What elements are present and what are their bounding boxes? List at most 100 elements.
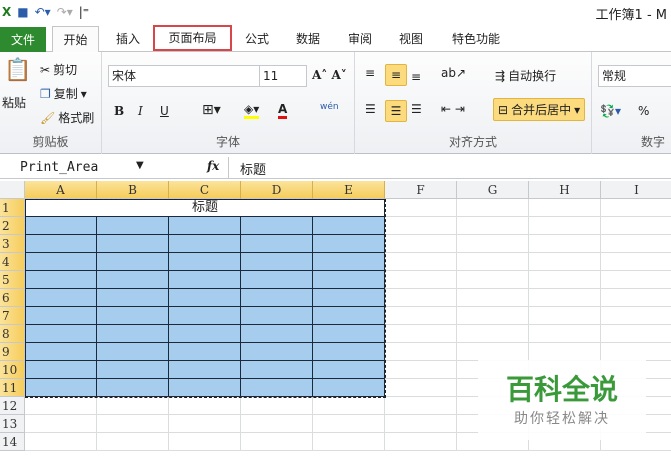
cell-D7[interactable] bbox=[241, 307, 313, 325]
cell-B10[interactable] bbox=[97, 361, 169, 379]
merge-center-button[interactable]: ⊟ 合并后居中 ▾ bbox=[493, 98, 586, 121]
row-header-6[interactable]: 6 bbox=[0, 289, 25, 307]
cell-F6[interactable] bbox=[385, 289, 457, 307]
name-box[interactable]: Print_Area bbox=[20, 160, 98, 175]
cell-A9[interactable] bbox=[25, 343, 97, 361]
column-header-E[interactable]: E bbox=[313, 181, 385, 199]
cell-G5[interactable] bbox=[457, 271, 529, 289]
cell-D10[interactable] bbox=[241, 361, 313, 379]
tab-insert[interactable]: 插入 bbox=[106, 26, 150, 52]
tab-review[interactable]: 审阅 bbox=[338, 26, 382, 52]
cell-E6[interactable] bbox=[313, 289, 385, 307]
cell-F12[interactable] bbox=[385, 397, 457, 415]
tab-view[interactable]: 视图 bbox=[389, 26, 433, 52]
cell-I4[interactable] bbox=[601, 253, 671, 271]
cell-C9[interactable] bbox=[169, 343, 241, 361]
cell-D6[interactable] bbox=[241, 289, 313, 307]
undo-icon[interactable]: ↶▾ bbox=[35, 5, 51, 19]
column-header-C[interactable]: C bbox=[169, 181, 241, 199]
cell-G2[interactable] bbox=[457, 217, 529, 235]
row-header-7[interactable]: 7 bbox=[0, 307, 25, 325]
cell-C6[interactable] bbox=[169, 289, 241, 307]
number-format-select[interactable]: 常规 bbox=[598, 65, 671, 87]
cell-I9[interactable] bbox=[601, 343, 671, 361]
cell-H9[interactable] bbox=[529, 343, 601, 361]
tab-data[interactable]: 数据 bbox=[286, 26, 330, 52]
cell-G7[interactable] bbox=[457, 307, 529, 325]
row-header-10[interactable]: 10 bbox=[0, 361, 25, 379]
cell-E11[interactable] bbox=[313, 379, 385, 397]
cell-F5[interactable] bbox=[385, 271, 457, 289]
cell-B5[interactable] bbox=[97, 271, 169, 289]
cell-C10[interactable] bbox=[169, 361, 241, 379]
align-top-icon[interactable]: ≡ bbox=[365, 66, 375, 80]
row-header-3[interactable]: 3 bbox=[0, 235, 25, 253]
paste-button[interactable]: 粘贴 bbox=[2, 94, 26, 111]
cell-A4[interactable] bbox=[25, 253, 97, 271]
formula-input[interactable]: 标题 bbox=[240, 159, 266, 178]
tab-page-layout[interactable]: 页面布局 bbox=[153, 25, 232, 51]
column-header-B[interactable]: B bbox=[97, 181, 169, 199]
cell-A11[interactable] bbox=[25, 379, 97, 397]
cell-B11[interactable] bbox=[97, 379, 169, 397]
cell-A14[interactable] bbox=[25, 433, 97, 451]
cut-button[interactable]: ✂ 剪切 bbox=[40, 61, 77, 78]
cell-G9[interactable] bbox=[457, 343, 529, 361]
cell-D3[interactable] bbox=[241, 235, 313, 253]
grow-font-icon[interactable]: A˄ A˅ bbox=[312, 68, 347, 82]
cell-I1[interactable] bbox=[601, 199, 671, 217]
cell-F10[interactable] bbox=[385, 361, 457, 379]
cell-F11[interactable] bbox=[385, 379, 457, 397]
cell-E4[interactable] bbox=[313, 253, 385, 271]
cell-B7[interactable] bbox=[97, 307, 169, 325]
border-icon[interactable]: ⊞▾ bbox=[202, 102, 221, 118]
cell-G6[interactable] bbox=[457, 289, 529, 307]
tab-home[interactable]: 开始 bbox=[52, 26, 99, 53]
align-right-icon[interactable]: ☰ bbox=[411, 102, 422, 116]
currency-icon[interactable]: 💱▾ bbox=[600, 104, 621, 118]
cell-B14[interactable] bbox=[97, 433, 169, 451]
cell-A7[interactable] bbox=[25, 307, 97, 325]
cell-C5[interactable] bbox=[169, 271, 241, 289]
cell-G3[interactable] bbox=[457, 235, 529, 253]
cell-C8[interactable] bbox=[169, 325, 241, 343]
cell-E13[interactable] bbox=[313, 415, 385, 433]
cell-H2[interactable] bbox=[529, 217, 601, 235]
cell-D12[interactable] bbox=[241, 397, 313, 415]
row-header-12[interactable]: 12 bbox=[0, 397, 25, 415]
cell-H4[interactable] bbox=[529, 253, 601, 271]
cell-B3[interactable] bbox=[97, 235, 169, 253]
cell-B4[interactable] bbox=[97, 253, 169, 271]
save-icon[interactable]: ■ bbox=[17, 5, 28, 19]
bold-button[interactable]: B bbox=[114, 104, 124, 118]
cell-F3[interactable] bbox=[385, 235, 457, 253]
cell-D11[interactable] bbox=[241, 379, 313, 397]
cell-A12[interactable] bbox=[25, 397, 97, 415]
cell-C11[interactable] bbox=[169, 379, 241, 397]
paste-icon[interactable]: 📋 bbox=[4, 58, 31, 83]
cell-C12[interactable] bbox=[169, 397, 241, 415]
font-size-select[interactable]: 11 bbox=[259, 65, 307, 87]
cell-I8[interactable] bbox=[601, 325, 671, 343]
cell-A3[interactable] bbox=[25, 235, 97, 253]
column-header-F[interactable]: F bbox=[385, 181, 457, 199]
cell-E5[interactable] bbox=[313, 271, 385, 289]
column-header-I[interactable]: I bbox=[601, 181, 671, 199]
name-box-dropdown-icon[interactable]: ▼ bbox=[136, 160, 144, 171]
cell-E8[interactable] bbox=[313, 325, 385, 343]
cell-B8[interactable] bbox=[97, 325, 169, 343]
cell-I6[interactable] bbox=[601, 289, 671, 307]
fx-button[interactable]: fx bbox=[207, 159, 219, 173]
cell-H6[interactable] bbox=[529, 289, 601, 307]
cell-B2[interactable] bbox=[97, 217, 169, 235]
cell-B6[interactable] bbox=[97, 289, 169, 307]
phonetic-icon[interactable]: wén bbox=[320, 102, 339, 112]
cell-C14[interactable] bbox=[169, 433, 241, 451]
cell-H5[interactable] bbox=[529, 271, 601, 289]
cell-E12[interactable] bbox=[313, 397, 385, 415]
column-header-G[interactable]: G bbox=[457, 181, 529, 199]
cell-C3[interactable] bbox=[169, 235, 241, 253]
cell-A13[interactable] bbox=[25, 415, 97, 433]
row-header-9[interactable]: 9 bbox=[0, 343, 25, 361]
cell-I2[interactable] bbox=[601, 217, 671, 235]
